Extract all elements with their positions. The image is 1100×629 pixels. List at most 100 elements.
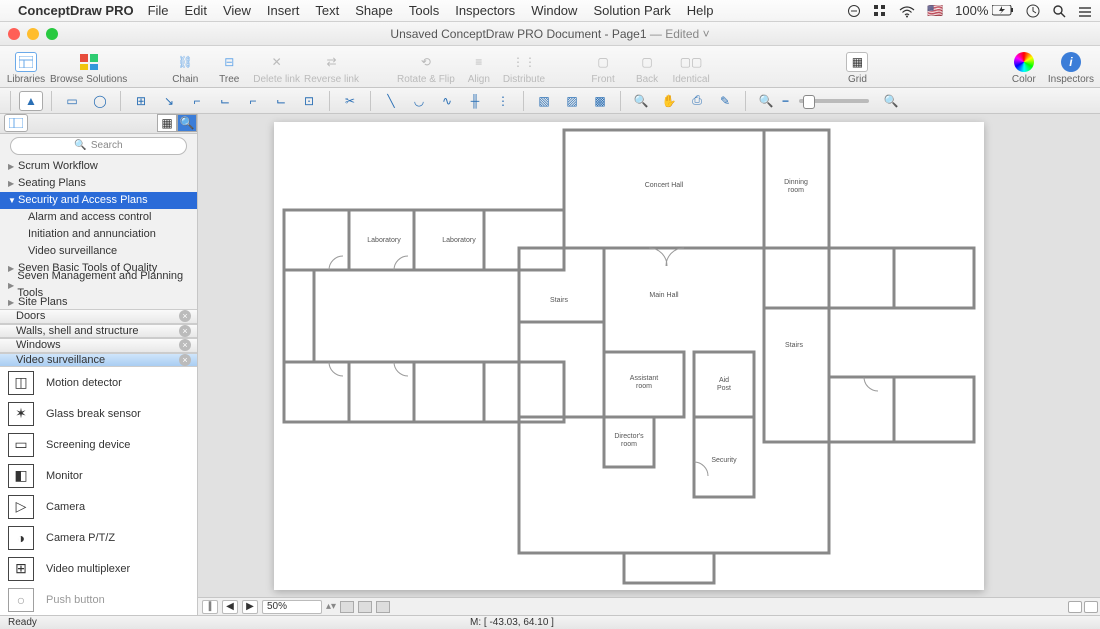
front-button[interactable]: ▢Front (583, 50, 623, 85)
battery-status[interactable]: 100% (955, 3, 1014, 18)
drawing-page[interactable]: Concert Hall Dinningroom Laboratory Labo… (274, 122, 984, 590)
back-button[interactable]: ▢Back (627, 50, 667, 85)
menu-inspectors[interactable]: Inspectors (455, 3, 515, 18)
menu-shape[interactable]: Shape (355, 3, 393, 18)
zoom-slider[interactable] (799, 99, 869, 103)
distribute-button[interactable]: ⋮⋮Distribute (503, 50, 545, 85)
shape-push-button[interactable]: ○Push button (0, 584, 197, 615)
grid-icon[interactable] (873, 3, 887, 19)
arc-tool[interactable]: ◡ (407, 91, 431, 111)
lib-walls[interactable]: Walls, shell and structure× (0, 324, 197, 338)
lib-windows[interactable]: Windows× (0, 338, 197, 352)
menu-file[interactable]: File (148, 3, 169, 18)
menu-text[interactable]: Text (315, 3, 339, 18)
shape-motion-detector[interactable]: ◫Motion detector (0, 367, 197, 398)
page-tab-2[interactable] (358, 601, 372, 613)
rect-tool[interactable]: ▭ (60, 91, 84, 111)
reverse-link-button[interactable]: ⇄Reverse link (304, 50, 359, 85)
align-button[interactable]: ≡Align (459, 50, 499, 85)
group-tool-2[interactable]: ▨ (560, 91, 584, 111)
lib-video-surveillance[interactable]: Video surveillance× (0, 353, 197, 367)
stamp-tool[interactable]: ⎙ (685, 91, 709, 111)
flag-icon[interactable]: 🇺🇸 (927, 3, 943, 19)
status-icon[interactable] (847, 3, 861, 19)
close-icon[interactable]: × (179, 310, 191, 322)
menu-help[interactable]: Help (687, 3, 714, 18)
subcat-video[interactable]: Video surveillance (0, 243, 197, 260)
chain-button[interactable]: ⛓Chain (165, 50, 205, 85)
color-button[interactable]: Color (1004, 50, 1044, 85)
menu-solution-park[interactable]: Solution Park (593, 3, 670, 18)
subcat-initiation[interactable]: Initiation and annunciation (0, 226, 197, 243)
shape-camera[interactable]: ▷Camera (0, 491, 197, 522)
app-name[interactable]: ConceptDraw PRO (18, 3, 134, 18)
group-tool-1[interactable]: ▧ (532, 91, 556, 111)
shape-monitor[interactable]: ◧Monitor (0, 460, 197, 491)
lib-doors[interactable]: Doors× (0, 309, 197, 323)
line-tool[interactable]: ╲ (379, 91, 403, 111)
zoom-out-icon[interactable]: 🔍 (754, 91, 778, 111)
grid-button[interactable]: ▦Grid (837, 50, 877, 85)
dim-tool-1[interactable]: ╫ (463, 91, 487, 111)
corner-button-2[interactable] (1084, 601, 1098, 613)
page-next-icon[interactable]: ▶ (242, 600, 258, 614)
connector-tool-6[interactable]: ⊡ (297, 91, 321, 111)
zoom-stepper-icon[interactable]: ▴▾ (326, 601, 336, 612)
close-icon[interactable]: × (179, 354, 191, 366)
identical-button[interactable]: ▢▢Identical (671, 50, 711, 85)
cat-seating[interactable]: ▶Seating Plans (0, 175, 197, 192)
menu-window[interactable]: Window (531, 3, 577, 18)
ellipse-tool[interactable]: ◯ (88, 91, 112, 111)
connector-tool-1[interactable]: ↘ (157, 91, 181, 111)
zoom-minus[interactable]: − (782, 94, 789, 108)
inspectors-button[interactable]: iInspectors (1048, 50, 1094, 85)
zoom-field[interactable]: 50% (262, 600, 322, 614)
pen-tool[interactable]: ✎ (713, 91, 737, 111)
rotate-flip-button[interactable]: ⟲Rotate & Flip (397, 50, 455, 85)
page-pause-icon[interactable]: ∥ (202, 600, 218, 614)
cat-scrum[interactable]: ▶Scrum Workflow (0, 158, 197, 175)
menu-tools[interactable]: Tools (409, 3, 439, 18)
canvas-area[interactable]: Concert Hall Dinningroom Laboratory Labo… (198, 114, 1100, 615)
menu-view[interactable]: View (223, 3, 251, 18)
view-grid-tab[interactable]: ▦ (157, 114, 177, 132)
group-tool-3[interactable]: ▩ (588, 91, 612, 111)
zoom-in-icon[interactable]: 🔍 (879, 91, 903, 111)
browse-solutions-button[interactable]: Browse Solutions (50, 50, 127, 85)
libraries-button[interactable]: Libraries (6, 50, 46, 85)
connector-tool-4[interactable]: ⌐ (241, 91, 265, 111)
snap-tool-1[interactable]: ⊞ (129, 91, 153, 111)
search-input[interactable]: 🔍Search (10, 137, 187, 155)
title-chevron-icon[interactable]: ˅ (703, 27, 710, 41)
connector-tool-2[interactable]: ⌐ (185, 91, 209, 111)
wifi-icon[interactable] (899, 3, 915, 18)
connector-tool-5[interactable]: ⌙ (269, 91, 293, 111)
connector-tool-3[interactable]: ⌙ (213, 91, 237, 111)
shape-glass-break[interactable]: ✶Glass break sensor (0, 398, 197, 429)
traffic-zoom[interactable] (46, 28, 58, 40)
cat-security[interactable]: ▼Security and Access Plans (0, 192, 197, 209)
clip-tool[interactable]: ✂ (338, 91, 362, 111)
cat-seven-mgmt[interactable]: ▶Seven Management and Planning Tools (0, 277, 197, 294)
zoom-tool[interactable]: 🔍 (629, 91, 653, 111)
menu-insert[interactable]: Insert (267, 3, 300, 18)
page-prev-icon[interactable]: ◀ (222, 600, 238, 614)
hand-tool[interactable]: ✋ (657, 91, 681, 111)
page-tab-3[interactable] (376, 601, 390, 613)
panel-toggle[interactable] (4, 114, 28, 132)
tree-button[interactable]: ⊟Tree (209, 50, 249, 85)
traffic-close[interactable] (8, 28, 20, 40)
close-icon[interactable]: × (179, 325, 191, 337)
menu-extras-icon[interactable] (1078, 3, 1092, 18)
dim-tool-2[interactable]: ⋮ (491, 91, 515, 111)
shape-screening[interactable]: ▭Screening device (0, 429, 197, 460)
page-tab-1[interactable] (340, 601, 354, 613)
view-search-tab[interactable]: 🔍 (177, 114, 197, 132)
shape-multiplexer[interactable]: ⊞Video multiplexer (0, 553, 197, 584)
corner-button-1[interactable] (1068, 601, 1082, 613)
delete-link-button[interactable]: ✕Delete link (253, 50, 300, 85)
pointer-tool[interactable]: ▲ (19, 91, 43, 111)
menu-edit[interactable]: Edit (185, 3, 207, 18)
clock-icon[interactable] (1026, 3, 1040, 19)
subcat-alarm[interactable]: Alarm and access control (0, 209, 197, 226)
